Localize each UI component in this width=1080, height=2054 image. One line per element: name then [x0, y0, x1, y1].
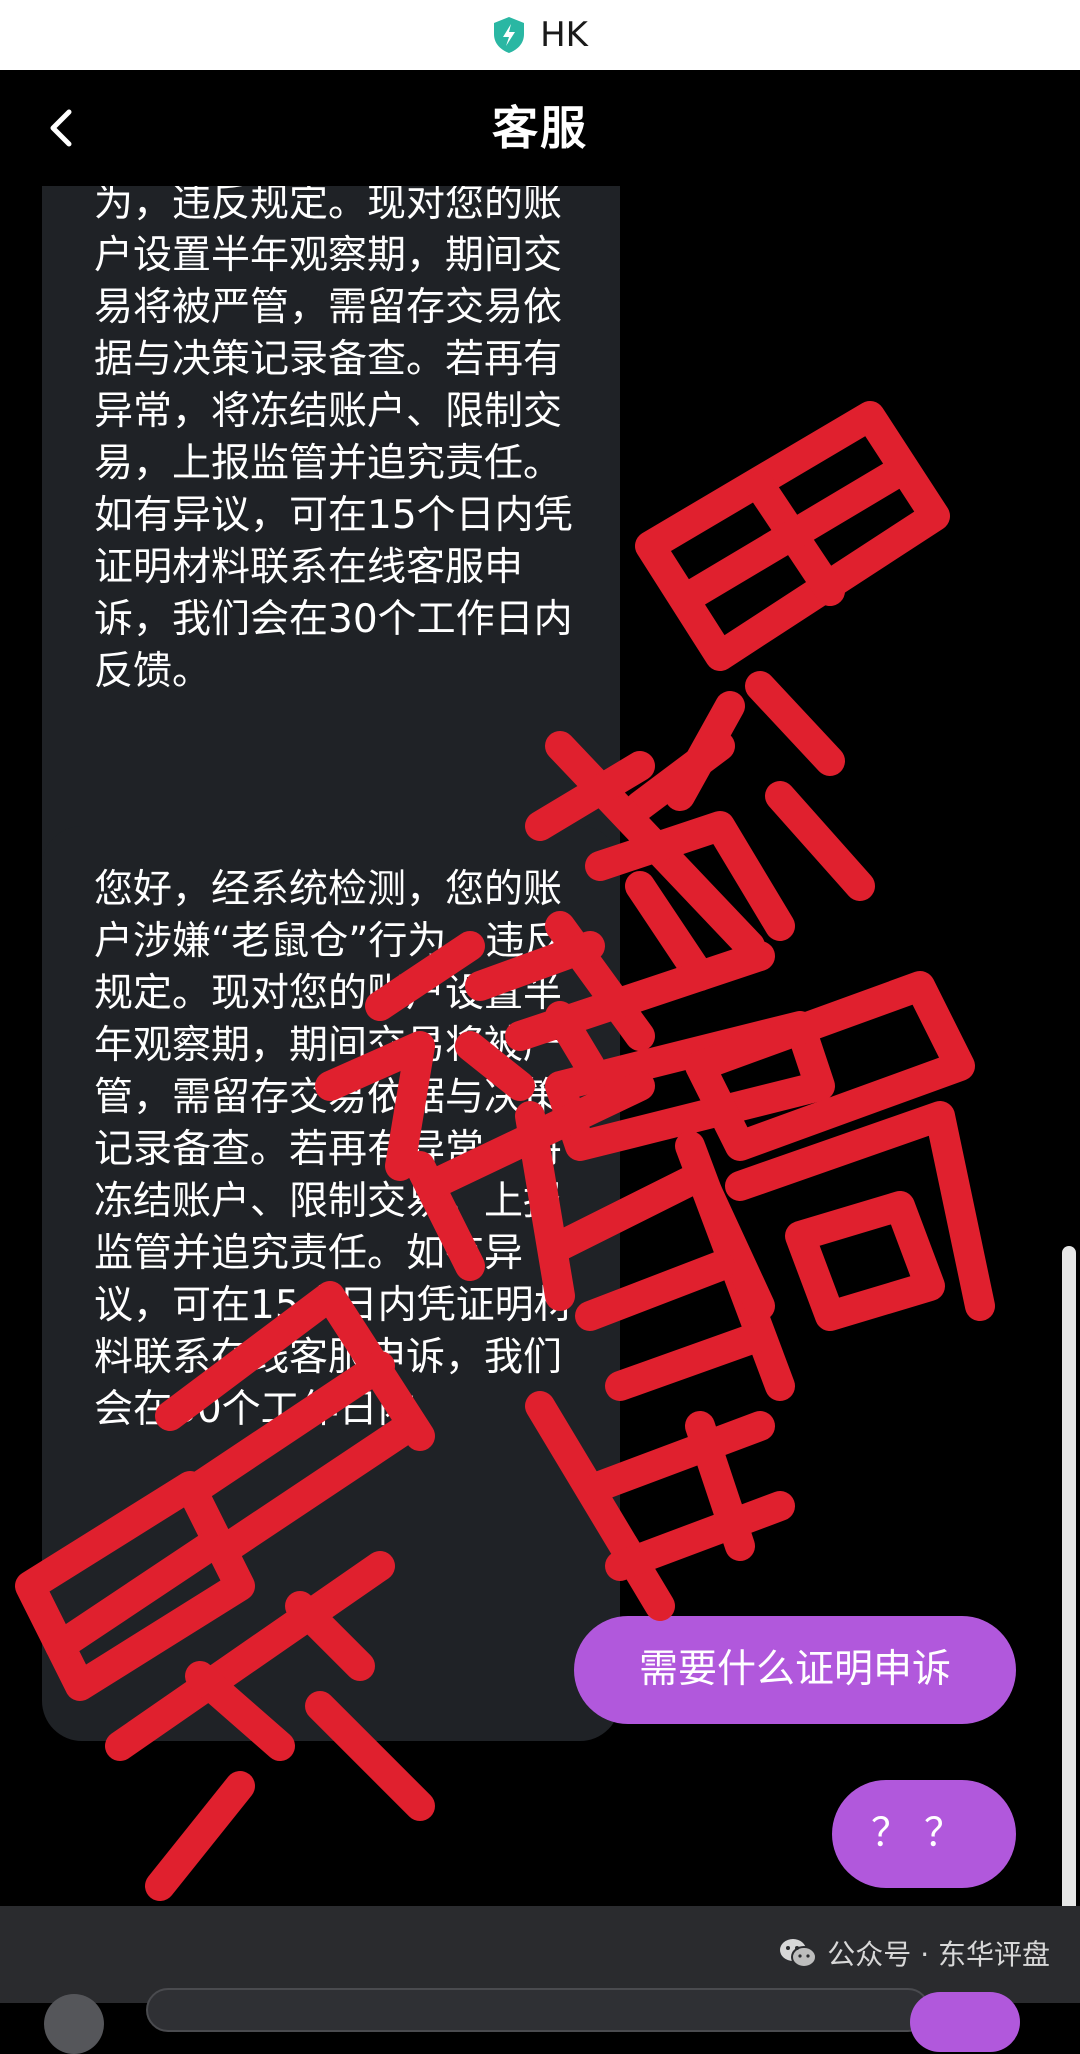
- voice-button[interactable]: [44, 1994, 104, 2054]
- scrollbar[interactable]: [1062, 1246, 1076, 1906]
- bottom-input-bar: 公众号 · 东华评盘: [0, 1906, 1080, 2054]
- message-bubble-user: ？？: [832, 1780, 1016, 1888]
- send-button[interactable]: [910, 1992, 1020, 2052]
- message-input[interactable]: [146, 1988, 930, 2032]
- message-text: 为，违反规定。现对您的账户设置半年观察期，期间交易将被严管，需留存交易依据与决策…: [94, 186, 573, 694]
- source-credit: 公众号 · 东华评盘: [779, 1928, 1050, 1978]
- browser-address-bar: HK: [0, 0, 1080, 70]
- page-title: 客服: [492, 101, 588, 155]
- nav-bar: 客服: [0, 70, 1080, 186]
- shield-bolt-icon: [494, 17, 525, 53]
- message-text: ？？: [870, 1811, 977, 1856]
- message-text: 需要什么证明申诉: [638, 1647, 951, 1692]
- chat-message-list[interactable]: 为，违反规定。现对您的账户设置半年观察期，期间交易将被严管，需留存交易依据与决策…: [0, 186, 1080, 1906]
- credit-text: 公众号 · 东华评盘: [827, 1938, 1050, 1971]
- message-bubble-user: 需要什么证明申诉: [574, 1616, 1016, 1724]
- wechat-icon: [780, 1939, 818, 1968]
- message-text: 您好，经系统检测，您的账户涉嫌“老鼠仓”行为，违反规定。现对您的账户设置半年观察…: [94, 867, 573, 1432]
- message-bubble-service: 您好，经系统检测，您的账户涉嫌“老鼠仓”行为，违反规定。现对您的账户设置半年观察…: [42, 826, 620, 1741]
- domain-label: HK: [540, 15, 588, 55]
